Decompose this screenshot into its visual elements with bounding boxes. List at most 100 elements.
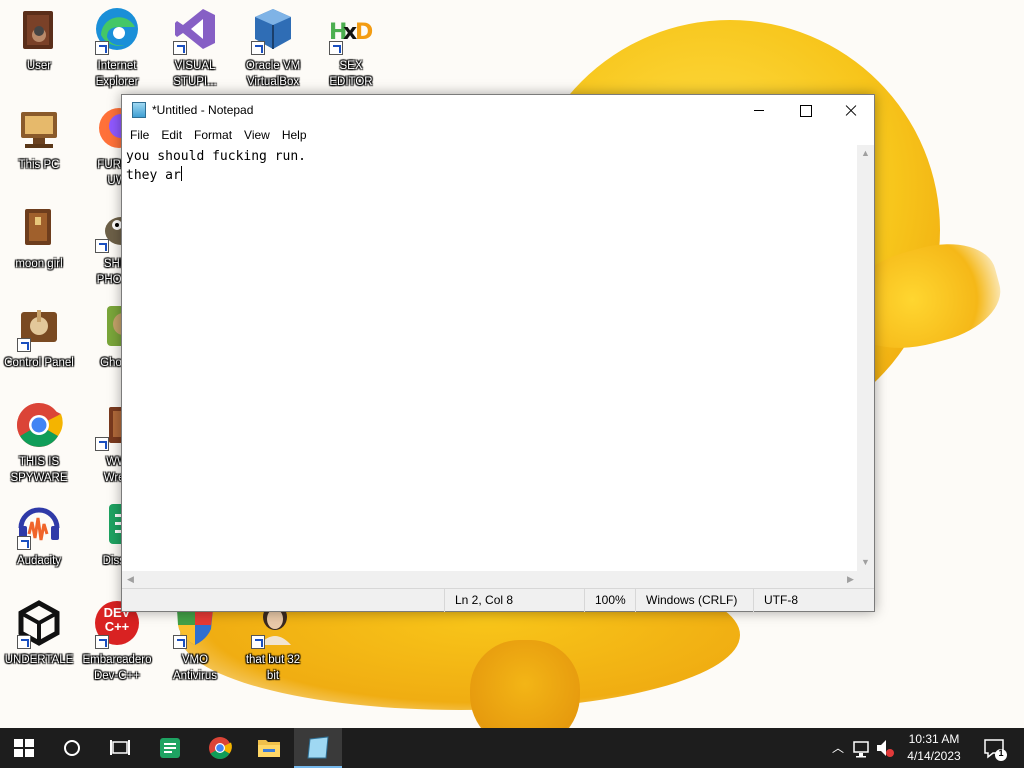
- moon-girl-icon: [15, 203, 63, 251]
- task-view-icon: [110, 740, 130, 755]
- desktop-icon-control-panel[interactable]: Control Panel: [0, 302, 78, 371]
- start-button[interactable]: [0, 728, 48, 768]
- shortcut-arrow-icon: [17, 338, 31, 352]
- system-clock[interactable]: 10:31 AM 4/14/2023: [895, 728, 973, 768]
- svg-text:D: D: [355, 20, 373, 45]
- vertical-scrollbar[interactable]: ▲ ▼: [857, 145, 874, 571]
- this-pc-icon: [15, 104, 63, 152]
- maximize-button[interactable]: [782, 95, 828, 125]
- taskbar-app-file-explorer[interactable]: [245, 728, 293, 768]
- scroll-left-icon[interactable]: ◀: [122, 571, 139, 588]
- window-title: *Untitled - Notepad: [152, 103, 254, 117]
- show-hidden-icons-chevron-icon[interactable]: ︿: [828, 728, 848, 768]
- green-app-icon: [160, 738, 180, 758]
- shortcut-arrow-icon: [17, 536, 31, 550]
- icon-label: UNDERTALE: [4, 654, 74, 666]
- volume-muted-icon[interactable]: [874, 728, 896, 768]
- status-encoding: UTF-8: [753, 589, 875, 612]
- search-button[interactable]: [48, 728, 96, 768]
- text-editor-area[interactable]: you should fucking run. they ar: [122, 145, 859, 571]
- taskbar-app-chrome[interactable]: [196, 728, 244, 768]
- menu-format[interactable]: Format: [188, 125, 238, 145]
- icon-label: Control Panel: [4, 357, 74, 369]
- desktop-icon-visual-studio[interactable]: VISUAL STUPI...: [156, 5, 234, 90]
- status-line-endings: Windows (CRLF): [635, 589, 753, 612]
- close-button[interactable]: [828, 95, 874, 125]
- network-icon[interactable]: [850, 728, 874, 768]
- control-panel-icon: [15, 302, 63, 352]
- desktop-icon-chrome[interactable]: THIS IS SPYWARE: [0, 401, 78, 486]
- edge-browser-icon: [93, 5, 141, 55]
- menu-help[interactable]: Help: [276, 125, 313, 145]
- icon-label: Oracle VM VirtualBox: [245, 60, 301, 88]
- shortcut-arrow-icon: [95, 437, 109, 451]
- resize-grip[interactable]: [857, 571, 874, 588]
- wallpaper-duck-foot: [470, 640, 580, 728]
- menu-edit[interactable]: Edit: [155, 125, 188, 145]
- icon-label: moon girl: [15, 258, 63, 270]
- window-titlebar[interactable]: *Untitled - Notepad: [122, 95, 874, 125]
- hex-editor-icon: HxD: [327, 5, 375, 55]
- windows-logo-icon: [14, 739, 34, 757]
- minimize-button[interactable]: [736, 95, 782, 125]
- text-caret: [180, 166, 182, 181]
- status-cursor-position: Ln 2, Col 8: [444, 589, 584, 612]
- icon-label: THIS IS SPYWARE: [10, 456, 68, 484]
- shortcut-arrow-icon: [251, 41, 265, 55]
- action-center-button[interactable]: 1: [980, 728, 1010, 768]
- shortcut-arrow-icon: [173, 635, 187, 649]
- icon-label: VMO Antivirus: [172, 654, 218, 682]
- status-bar: Ln 2, Col 8 100% Windows (CRLF) UTF-8: [122, 588, 875, 612]
- icon-label: This PC: [18, 159, 60, 171]
- audacity-icon: [15, 500, 63, 550]
- menu-view[interactable]: View: [238, 125, 276, 145]
- shortcut-arrow-icon: [95, 239, 109, 253]
- user-folder-icon: [15, 5, 63, 53]
- chrome-icon: [209, 737, 232, 759]
- icon-label: User: [26, 60, 52, 72]
- clock-date: 4/14/2023: [907, 749, 961, 763]
- folder-icon: [258, 740, 280, 757]
- desktop-icon-moon-girl[interactable]: moon girl: [0, 203, 78, 272]
- editor-text: you should fucking run. they ar: [126, 149, 307, 183]
- horizontal-scrollbar[interactable]: ◀ ▶: [122, 571, 859, 588]
- notification-count-badge: 1: [998, 748, 1004, 758]
- menu-bar: File Edit Format View Help: [122, 125, 874, 145]
- notifications-icon: [984, 739, 1007, 761]
- desktop-icon-undertale[interactable]: UNDERTALE: [0, 599, 78, 668]
- taskbar-app-notepad[interactable]: [294, 728, 342, 768]
- visual-studio-icon: [171, 5, 219, 55]
- shortcut-arrow-icon: [173, 41, 187, 55]
- taskbar: ︿ 10:31 AM 4/14/2023 1: [0, 728, 1024, 768]
- clock-time: 10:31 AM: [908, 732, 960, 746]
- shortcut-arrow-icon: [95, 41, 109, 55]
- icon-label: Internet Explorer: [95, 60, 139, 88]
- icon-label: Embarcadero Dev-C++: [82, 654, 152, 682]
- desktop-icon-internet-explorer[interactable]: Internet Explorer: [78, 5, 156, 90]
- taskbar-app-green[interactable]: [146, 728, 194, 768]
- icon-label: SEX EDITOR: [329, 60, 373, 88]
- notepad-icon: [307, 736, 329, 759]
- desktop-icon-virtualbox[interactable]: Oracle VM VirtualBox: [234, 5, 312, 90]
- icon-label: that but 32 bit: [245, 654, 301, 682]
- task-view-button[interactable]: [96, 728, 144, 768]
- desktop-icon-this-pc[interactable]: This PC: [0, 104, 78, 173]
- status-zoom: 100%: [584, 589, 635, 612]
- chrome-icon: [15, 401, 63, 449]
- shortcut-arrow-icon: [329, 41, 343, 55]
- icon-label: Audacity: [16, 555, 62, 567]
- search-circle-icon: [64, 740, 80, 756]
- virtualbox-icon: [249, 5, 297, 55]
- menu-file[interactable]: File: [124, 125, 155, 145]
- notepad-window[interactable]: *Untitled - Notepad File Edit Format Vie…: [121, 94, 875, 612]
- shortcut-arrow-icon: [251, 635, 265, 649]
- shortcut-arrow-icon: [95, 635, 109, 649]
- unity-icon: [15, 599, 63, 649]
- desktop-icon-user[interactable]: User: [0, 5, 78, 74]
- scroll-down-icon[interactable]: ▼: [857, 554, 874, 571]
- desktop-icon-hex-editor[interactable]: HxD SEX EDITOR: [312, 5, 390, 90]
- desktop-icon-audacity[interactable]: Audacity: [0, 500, 78, 569]
- icon-label: VISUAL STUPI...: [173, 60, 217, 88]
- shortcut-arrow-icon: [17, 635, 31, 649]
- scroll-up-icon[interactable]: ▲: [857, 145, 874, 162]
